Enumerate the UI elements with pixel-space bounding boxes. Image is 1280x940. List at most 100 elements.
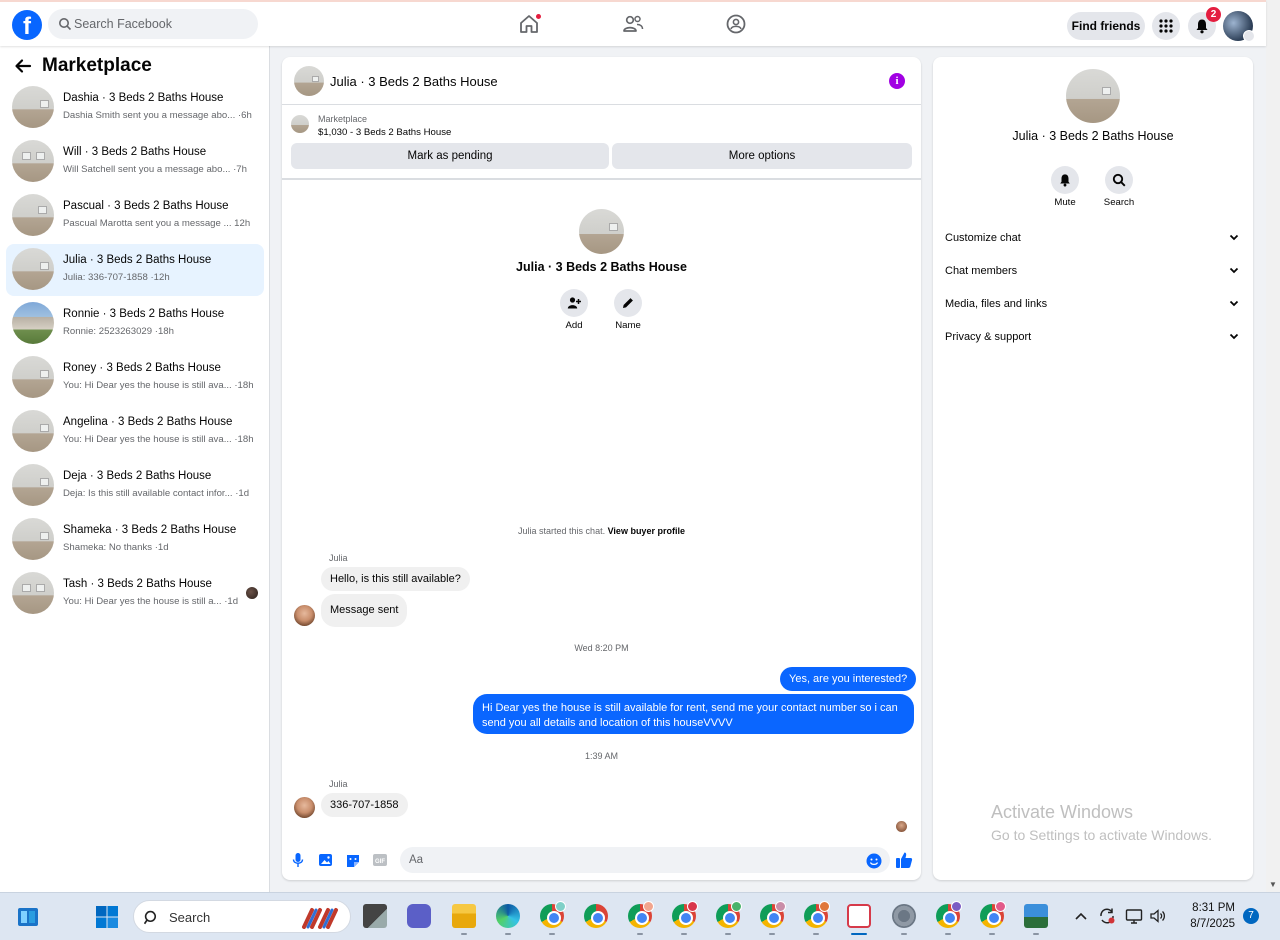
menu-label: Media, files and links bbox=[945, 298, 1048, 310]
mute-button[interactable] bbox=[1051, 166, 1079, 194]
facebook-logo[interactable]: f bbox=[12, 10, 42, 40]
rename-button[interactable] bbox=[614, 289, 642, 317]
chrome-icon[interactable] bbox=[584, 904, 608, 928]
scroll-down-arrow-icon[interactable]: ▼ bbox=[1269, 880, 1277, 889]
mark-as-pending-button[interactable]: Mark as pending bbox=[291, 143, 609, 169]
conversation-item[interactable]: Deja · 3 Beds 2 Baths House Deja: Is thi… bbox=[6, 460, 264, 512]
back-arrow-icon[interactable] bbox=[14, 58, 32, 74]
search-input[interactable] bbox=[74, 9, 254, 39]
find-friends-button[interactable]: Find friends bbox=[1067, 12, 1145, 40]
task-view-icon[interactable] bbox=[363, 904, 387, 928]
chat-avatar[interactable] bbox=[294, 66, 324, 96]
profile-badge-icon bbox=[951, 901, 962, 912]
microphone-icon[interactable] bbox=[292, 851, 304, 869]
conversation-name: Pascual · 3 Beds 2 Baths House bbox=[63, 200, 229, 212]
listing-thumbnail bbox=[12, 572, 54, 614]
media-files-links-row[interactable]: Media, files and links bbox=[945, 295, 1245, 315]
privacy-support-row[interactable]: Privacy & support bbox=[945, 328, 1245, 348]
listing-thumbnail bbox=[12, 356, 54, 398]
customize-chat-row[interactable]: Customize chat bbox=[945, 229, 1245, 249]
conversation-item[interactable]: Will · 3 Beds 2 Baths House Will Satchel… bbox=[6, 136, 264, 188]
settings-gear-icon[interactable] bbox=[892, 904, 916, 928]
taskbar-search-label: Search bbox=[169, 910, 211, 925]
conversation-item[interactable]: Tash · 3 Beds 2 Baths House You: Hi Dear… bbox=[6, 568, 264, 620]
search-facebook[interactable] bbox=[48, 9, 258, 39]
windows-start-icon[interactable] bbox=[95, 905, 119, 929]
incoming-message[interactable]: Hello, is this still available? bbox=[321, 567, 470, 591]
info-icon[interactable]: i bbox=[889, 73, 905, 89]
page-scrollbar[interactable] bbox=[1266, 0, 1280, 892]
conversation-item[interactable]: Roney · 3 Beds 2 Baths House You: Hi Dea… bbox=[6, 352, 264, 404]
chevron-down-icon bbox=[1229, 234, 1239, 241]
more-options-button[interactable]: More options bbox=[612, 143, 912, 169]
menu-label: Privacy & support bbox=[945, 331, 1032, 343]
chat-profile-avatar bbox=[579, 209, 624, 254]
view-buyer-profile-link[interactable]: View buyer profile bbox=[608, 526, 685, 536]
message-input[interactable] bbox=[400, 847, 890, 873]
menu-button[interactable] bbox=[1152, 12, 1180, 40]
conversation-preview: Ronnie: 2523263029 ·18h bbox=[63, 326, 174, 337]
widgets-icon[interactable] bbox=[16, 905, 40, 929]
listing-price-title[interactable]: $1,030 - 3 Beds 2 Baths House bbox=[318, 127, 451, 138]
search-in-chat-button[interactable] bbox=[1105, 166, 1133, 194]
incoming-message[interactable]: Message sent bbox=[321, 594, 408, 627]
svg-text:GIF: GIF bbox=[375, 859, 385, 865]
add-member-button[interactable] bbox=[560, 289, 588, 317]
conversation-preview: Will Satchell sent you a message abo... … bbox=[63, 164, 247, 175]
notification-center-badge[interactable]: 7 bbox=[1243, 908, 1259, 924]
volume-icon[interactable] bbox=[1149, 907, 1167, 925]
clock-time[interactable]: 8:31 PM bbox=[1183, 902, 1235, 914]
incoming-message[interactable]: 336-707-1858 bbox=[321, 793, 408, 817]
conversation-item[interactable]: Shameka · 3 Beds 2 Baths House Shameka: … bbox=[6, 514, 264, 566]
network-icon[interactable] bbox=[1125, 907, 1143, 925]
edge-icon[interactable] bbox=[496, 904, 520, 928]
teams-icon[interactable] bbox=[407, 904, 431, 928]
conversation-preview: Dashia Smith sent you a message abo... ·… bbox=[63, 110, 252, 121]
conversation-name: Roney · 3 Beds 2 Baths House bbox=[63, 362, 221, 374]
conversation-item[interactable]: Angelina · 3 Beds 2 Baths House You: Hi … bbox=[6, 406, 264, 458]
snipping-tool-icon[interactable] bbox=[847, 904, 871, 928]
outgoing-message[interactable]: Yes, are you interested? bbox=[780, 667, 917, 691]
running-indicator bbox=[945, 933, 951, 935]
chat-started-text: Julia started this chat. bbox=[518, 526, 606, 536]
search-label: Search bbox=[1103, 197, 1135, 208]
conversation-item[interactable]: Dashia · 3 Beds 2 Baths House Dashia Smi… bbox=[6, 82, 264, 134]
conversation-preview: Julia: 336-707-1858 ·12h bbox=[63, 272, 170, 283]
sticker-icon[interactable] bbox=[345, 851, 361, 869]
timestamp: Wed 8:20 PM bbox=[574, 643, 629, 653]
profile-badge-icon bbox=[687, 901, 698, 912]
clock-date[interactable]: 8/7/2025 bbox=[1175, 918, 1235, 930]
taskbar-search[interactable]: Search bbox=[133, 900, 351, 933]
conversation-item[interactable]: Ronnie · 3 Beds 2 Baths House Ronnie: 25… bbox=[6, 298, 264, 350]
chevron-up-icon[interactable] bbox=[1074, 911, 1088, 921]
sender-avatar bbox=[294, 797, 315, 818]
profile-badge-icon bbox=[643, 901, 654, 912]
conversation-item[interactable]: Pascual · 3 Beds 2 Baths House Pascual M… bbox=[6, 190, 264, 242]
chevron-down-icon[interactable] bbox=[1243, 30, 1255, 42]
chevron-down-icon bbox=[1229, 300, 1239, 307]
like-icon[interactable] bbox=[895, 851, 913, 869]
grid-menu-icon bbox=[1159, 19, 1173, 33]
details-avatar bbox=[1066, 69, 1120, 123]
conversation-item-active[interactable]: Julia · 3 Beds 2 Baths House Julia: 336-… bbox=[6, 244, 264, 296]
chat-started-line: Julia started this chat. View buyer prof… bbox=[282, 526, 921, 536]
file-explorer-icon[interactable] bbox=[452, 904, 476, 928]
listing-banner: Marketplace $1,030 - 3 Beds 2 Baths Hous… bbox=[282, 105, 921, 180]
running-indicator bbox=[769, 933, 775, 935]
chat-header: Julia · 3 Beds 2 Baths House i bbox=[282, 57, 921, 105]
add-person-icon bbox=[567, 297, 581, 309]
notification-badge: 2 bbox=[1206, 7, 1221, 22]
outgoing-message[interactable]: Hi Dear yes the house is still available… bbox=[473, 694, 914, 734]
sync-icon[interactable] bbox=[1098, 907, 1116, 925]
chat-title[interactable]: Julia · 3 Beds 2 Baths House bbox=[330, 74, 498, 89]
chevron-down-icon bbox=[1229, 267, 1239, 274]
gif-icon[interactable]: GIF bbox=[372, 851, 388, 869]
photo-icon[interactable] bbox=[318, 851, 334, 869]
friends-icon[interactable] bbox=[621, 12, 645, 36]
groups-icon[interactable] bbox=[724, 12, 748, 36]
sender-avatar bbox=[294, 605, 315, 626]
conversation-preview: Pascual Marotta sent you a message ... 1… bbox=[63, 218, 251, 229]
emoji-icon[interactable] bbox=[866, 853, 882, 869]
photos-icon[interactable] bbox=[1024, 904, 1048, 928]
chat-members-row[interactable]: Chat members bbox=[945, 262, 1245, 282]
